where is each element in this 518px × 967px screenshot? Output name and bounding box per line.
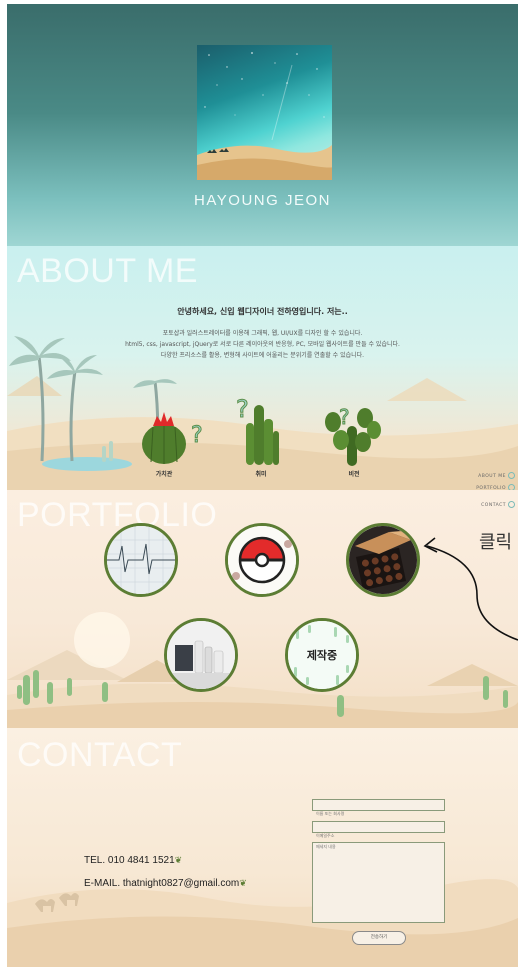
contact-phone-text: TEL. 010 4841 1521 bbox=[84, 855, 175, 866]
send-button[interactable]: 전송하기 bbox=[352, 931, 406, 945]
about-section-title: ABOUT ME bbox=[17, 252, 198, 290]
about-section: ABOUT ME 안녕하세요, 신입 웹디자이너 전하영입니다. 저는.. 포토… bbox=[7, 246, 518, 491]
contact-phone: TEL. 010 4841 1521❦ bbox=[84, 855, 182, 866]
portfolio-section-title: PORTFOLIO bbox=[17, 496, 218, 534]
name-input[interactable] bbox=[313, 808, 444, 819]
side-nav-contact[interactable]: CONTACT bbox=[481, 501, 515, 508]
portfolio-item-pokeball[interactable] bbox=[225, 523, 299, 597]
leaf-icon: ❦ bbox=[174, 855, 183, 865]
about-line-3: 다양한 프리소스를 활용, 변형해 사이트에 어울리는 분위기를 연출할 수 있… bbox=[160, 352, 365, 359]
side-nav-label: CONTACT bbox=[481, 503, 506, 508]
portfolio-item-chocolate[interactable] bbox=[346, 523, 420, 597]
message-textarea[interactable] bbox=[313, 843, 444, 922]
side-nav-about[interactable]: ABOUT ME bbox=[478, 472, 515, 479]
about-heading: 안녕하세요, 신입 웹디자이너 전하영입니다. 저는.. bbox=[177, 307, 348, 316]
vision-cactus-button[interactable]: ? bbox=[319, 396, 389, 466]
plant-label-values: 가치관 bbox=[155, 471, 173, 478]
plant-label-hobby: 취미 bbox=[255, 471, 267, 478]
contact-email-text: E-MAIL. thatnight0827@gmail.com bbox=[84, 878, 240, 889]
email-field[interactable] bbox=[312, 821, 445, 841]
hero-section: HAYOUNG JEON bbox=[7, 4, 518, 246]
nav-dot-icon bbox=[508, 501, 515, 508]
contact-section-title: CONTACT bbox=[17, 736, 183, 774]
hero-illustration bbox=[197, 45, 332, 180]
click-hint: 클릭 bbox=[479, 532, 513, 553]
leaf-icon: ❦ bbox=[239, 878, 247, 888]
contact-section: CONTACT TEL. 010 4841 1521❦ E-MAIL. that… bbox=[7, 728, 518, 967]
portfolio-section: PORTFOLIO CONTACT 클릭 제작중 bbox=[7, 490, 518, 728]
contact-email: E-MAIL. thatnight0827@gmail.com❦ bbox=[84, 878, 247, 889]
portfolio-item-in-progress[interactable]: 제작중 bbox=[285, 618, 359, 692]
values-cactus-button[interactable]: ? bbox=[139, 406, 209, 466]
in-progress-label: 제작중 bbox=[306, 649, 338, 662]
about-line-1: 포토샵과 일러스트레이터를 이용해 그래픽, 웹, UI/UX를 디자인 할 수… bbox=[162, 330, 363, 337]
portfolio-item-cosmetics[interactable] bbox=[164, 618, 238, 692]
name-field[interactable] bbox=[312, 799, 445, 819]
message-field[interactable] bbox=[312, 842, 445, 923]
plant-label-vision: 비전 bbox=[348, 471, 360, 478]
about-line-2: html5, css, javascript, jQuery로 서로 다른 레이… bbox=[125, 341, 400, 348]
portfolio-item-ecg[interactable] bbox=[104, 523, 178, 597]
page: HAYOUNG JEON ABOUT ME 안녕하세요, 신입 웹디자이너 전하… bbox=[7, 4, 518, 967]
svg-text:?: ? bbox=[339, 405, 350, 429]
svg-text:?: ? bbox=[236, 395, 249, 423]
hobby-cactus-button[interactable]: ? bbox=[232, 391, 292, 466]
svg-text:?: ? bbox=[191, 423, 203, 448]
side-nav-label: ABOUT ME bbox=[478, 474, 506, 479]
email-input[interactable] bbox=[313, 830, 444, 841]
nav-dot-icon bbox=[508, 472, 515, 479]
hero-name: HAYOUNG JEON bbox=[194, 192, 331, 209]
